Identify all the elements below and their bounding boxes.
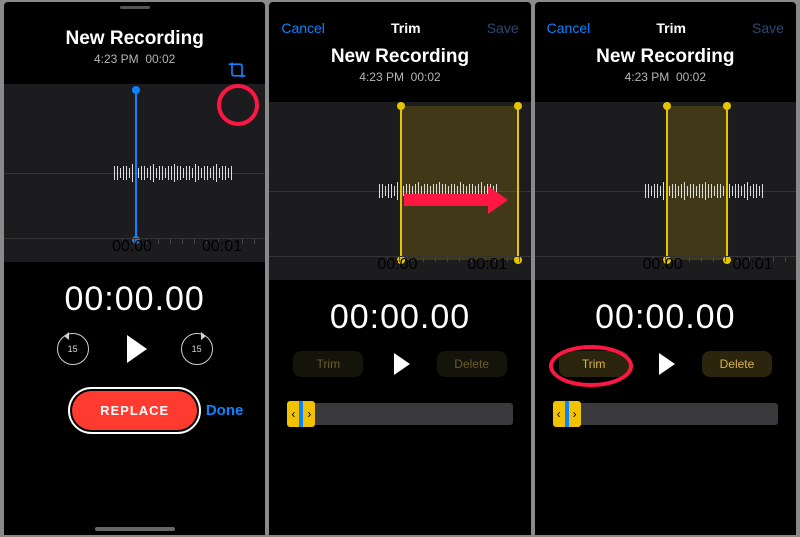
- waveform-area[interactable]: 00:00 00:01: [535, 102, 796, 280]
- save-button: Save: [752, 20, 784, 36]
- recording-title: New Recording: [535, 46, 796, 68]
- screen-trim-dragging: Cancel Trim Save New Recording 4:23 PM 0…: [269, 2, 530, 535]
- overview-handle-right[interactable]: ›: [569, 401, 581, 427]
- overview-track[interactable]: ‹ ›: [553, 403, 778, 425]
- recording-title: New Recording: [269, 46, 530, 68]
- waveform-area[interactable]: 00:00 00:01: [4, 84, 265, 262]
- overview-handle-left[interactable]: ‹: [553, 401, 565, 427]
- cancel-button[interactable]: Cancel: [281, 20, 325, 36]
- time-display: 00:00.00: [535, 298, 796, 337]
- ruler-label: 00:00: [112, 238, 152, 256]
- play-button[interactable]: [390, 353, 410, 375]
- trim-icon[interactable]: [227, 60, 247, 85]
- done-button[interactable]: Done: [206, 402, 244, 419]
- screen-trim-ready: Cancel Trim Save New Recording 4:23 PM 0…: [535, 2, 796, 535]
- trim-handle-right[interactable]: [726, 106, 728, 260]
- delete-button[interactable]: Delete: [702, 351, 772, 377]
- trim-handle-right[interactable]: [517, 106, 519, 260]
- time-ruler: 00:00 00:01: [269, 256, 530, 274]
- screen-edit-recording: New Recording 4:23 PM 00:02 00:00: [4, 2, 265, 535]
- trim-button[interactable]: Trim: [559, 351, 629, 377]
- status-bar: [269, 2, 530, 12]
- trim-handle-left[interactable]: [666, 106, 668, 260]
- waveform-area[interactable]: 00:00 00:01: [269, 102, 530, 280]
- overview-handle-right[interactable]: ›: [303, 401, 315, 427]
- replace-button[interactable]: REPLACE: [68, 387, 201, 434]
- recording-subtitle: 4:23 PM 00:02: [4, 52, 265, 66]
- ruler-label: 00:01: [733, 256, 773, 274]
- time-display: 00:00.00: [4, 280, 265, 319]
- playback-controls: 15 15: [4, 333, 265, 365]
- playhead[interactable]: [135, 90, 137, 240]
- trim-controls: Trim Delete: [535, 351, 796, 377]
- play-button[interactable]: [655, 353, 675, 375]
- delete-button: Delete: [437, 351, 507, 377]
- nav-bar: Cancel Trim Save: [269, 12, 530, 42]
- recording-title: New Recording: [4, 28, 265, 50]
- trim-button: Trim: [293, 351, 363, 377]
- ruler-label: 00:00: [643, 256, 683, 274]
- ruler-label: 00:01: [202, 238, 242, 256]
- skip-forward-15-button[interactable]: 15: [181, 333, 213, 365]
- status-bar: [535, 2, 796, 12]
- overview-handle-left[interactable]: ‹: [287, 401, 299, 427]
- home-indicator[interactable]: [95, 527, 175, 531]
- ruler-label: 00:00: [377, 256, 417, 274]
- overview-track[interactable]: ‹ ›: [287, 403, 512, 425]
- ruler-label: 00:01: [467, 256, 507, 274]
- nav-title: Trim: [391, 20, 421, 36]
- status-bar: [4, 2, 265, 12]
- recording-subtitle: 4:23 PM 00:02: [269, 70, 530, 84]
- time-ruler: 00:00 00:01: [535, 256, 796, 274]
- cancel-button[interactable]: Cancel: [547, 20, 591, 36]
- trim-controls: Trim Delete: [269, 351, 530, 377]
- recording-subtitle: 4:23 PM 00:02: [535, 70, 796, 84]
- nav-bar: Cancel Trim Save: [535, 12, 796, 42]
- time-ruler: 00:00 00:01: [4, 238, 265, 256]
- nav-title: Trim: [656, 20, 686, 36]
- time-display: 00:00.00: [269, 298, 530, 337]
- save-button: Save: [487, 20, 519, 36]
- skip-back-15-button[interactable]: 15: [57, 333, 89, 365]
- trim-handle-left[interactable]: [400, 106, 402, 260]
- play-button[interactable]: [123, 335, 147, 363]
